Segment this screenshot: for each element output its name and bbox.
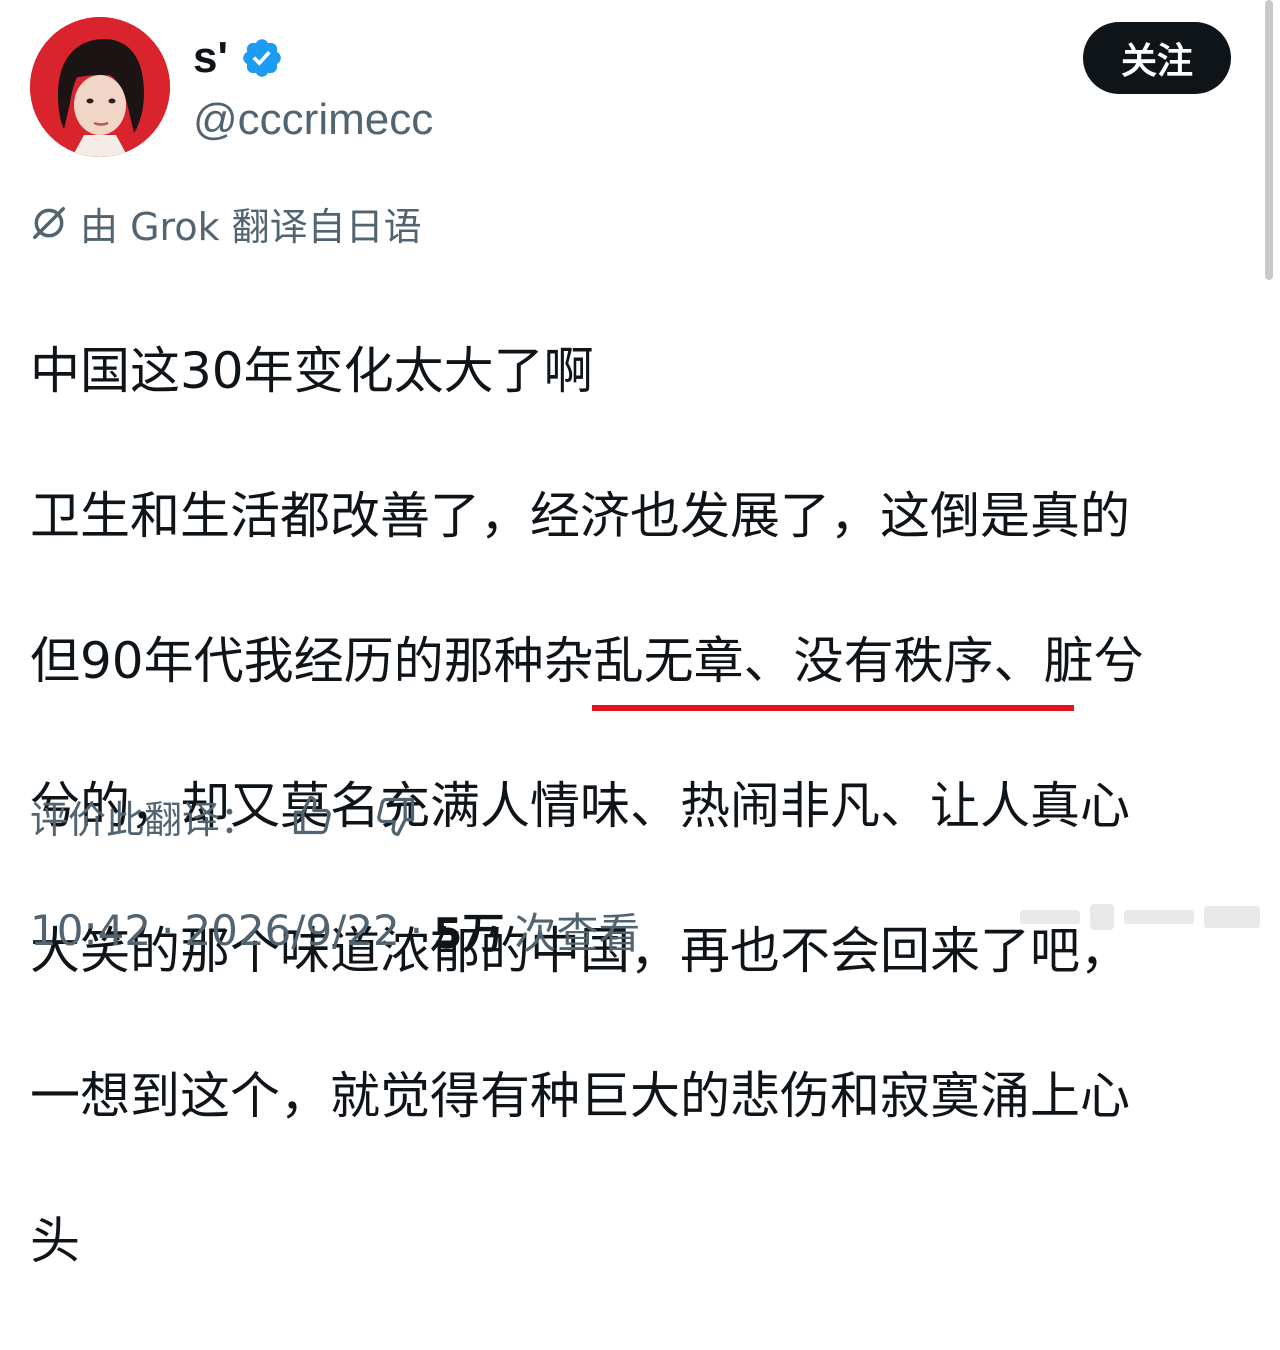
views-label: 次查看: [514, 908, 641, 958]
avatar-image: [30, 17, 170, 157]
tweet-line: 头: [30, 1211, 80, 1270]
tweet-date[interactable]: 2026/9/22: [184, 906, 399, 955]
tweet-line: 但90年代我经历的那种杂乱无章、没有秩序、脏兮: [30, 631, 1144, 690]
views-count[interactable]: 5万: [433, 900, 504, 961]
user-handle[interactable]: @cccrimecc: [193, 94, 433, 146]
follow-button[interactable]: 关注: [1083, 22, 1231, 94]
thumbs-up-icon: [293, 796, 331, 835]
highlight-underline: [592, 705, 1074, 711]
avatar[interactable]: [30, 17, 170, 157]
rate-translation-row: 评价此翻译：: [30, 790, 420, 842]
grok-icon: [33, 207, 65, 239]
thumbs-up-button[interactable]: [288, 792, 336, 840]
watermark-graphic: [1020, 904, 1260, 930]
thumbs-down-button[interactable]: [372, 792, 420, 840]
verified-badge-icon: [243, 39, 281, 77]
tweet-line: 中国这30年变化太大了啊: [30, 341, 594, 400]
thumbs-down-icon: [377, 797, 415, 836]
tweet-line: 卫生和生活都改善了，经济也发展了，这倒是真的: [30, 486, 1130, 545]
display-name[interactable]: s': [193, 32, 228, 84]
rate-translation-label: 评价此翻译：: [30, 797, 259, 842]
translation-label: 由 Grok 翻译自日语: [80, 204, 422, 249]
tweet-line: 一想到这个，就觉得有种巨大的悲伤和寂寞涌上心: [30, 1066, 1130, 1125]
meta-separator: ·: [161, 905, 175, 955]
meta-separator: ·: [409, 905, 424, 955]
scrollbar[interactable]: [1265, 0, 1273, 280]
translation-indicator[interactable]: 由 Grok 翻译自日语: [30, 198, 422, 249]
tweet-meta: 10:42 · 2026/9/22 · 5万 次查看: [30, 902, 640, 958]
tweet-time[interactable]: 10:42: [30, 906, 151, 955]
